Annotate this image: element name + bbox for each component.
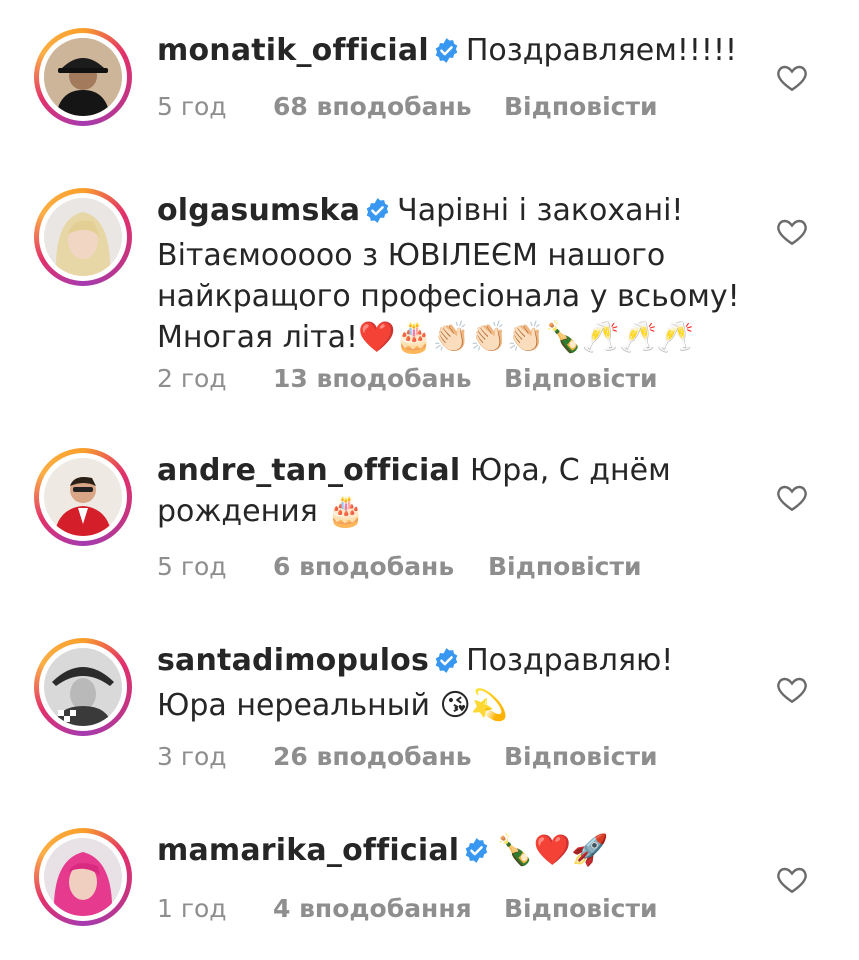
timestamp: 1 год (157, 894, 227, 923)
username[interactable]: monatik_official (157, 33, 429, 68)
comment-item: mamarika_official 🍾❤️🚀 1 год 4 вподобання… (0, 828, 859, 938)
comment-text: 🍾❤️🚀 (496, 833, 609, 868)
timestamp: 2 год (157, 364, 227, 393)
reply-button[interactable]: Відповісти (504, 364, 657, 393)
timestamp: 5 год (157, 92, 227, 121)
reply-button[interactable]: Відповісти (504, 742, 657, 771)
verified-badge-icon (364, 194, 391, 235)
likes-count[interactable]: 68 вподобань (273, 92, 472, 121)
likes-count[interactable]: 6 вподобань (273, 552, 454, 581)
avatar[interactable] (34, 828, 132, 926)
comment-item: santadimopulos Поздравляю! Юра нереальный… (0, 638, 859, 778)
heart-outline-icon[interactable] (776, 62, 808, 92)
heart-outline-icon[interactable] (776, 864, 808, 894)
timestamp: 3 год (157, 742, 227, 771)
comment-item: monatik_official Поздравляем!!!!! 5 год 6… (0, 28, 859, 138)
heart-outline-icon[interactable] (776, 216, 808, 246)
likes-count[interactable]: 4 вподобання (273, 894, 472, 923)
avatar[interactable] (34, 188, 132, 286)
avatar[interactable] (34, 28, 132, 126)
username[interactable]: andre_tan_official (157, 453, 460, 488)
verified-badge-icon (463, 834, 490, 875)
likes-count[interactable]: 13 вподобань (273, 364, 472, 393)
avatar[interactable] (34, 638, 132, 736)
username[interactable]: mamarika_official (157, 833, 459, 868)
verified-badge-icon (433, 34, 460, 75)
comment-item: olgasumska Чарівні і закохані! Вітаємоооо… (0, 188, 859, 408)
heart-outline-icon[interactable] (776, 674, 808, 704)
reply-button[interactable]: Відповісти (488, 552, 641, 581)
reply-button[interactable]: Відповісти (504, 894, 657, 923)
heart-outline-icon[interactable] (776, 482, 808, 512)
likes-count[interactable]: 26 вподобань (273, 742, 472, 771)
comment-text: Поздравляем!!!!! (465, 33, 738, 68)
reply-button[interactable]: Відповісти (504, 92, 657, 121)
timestamp: 5 год (157, 552, 227, 581)
avatar[interactable] (34, 448, 132, 546)
username[interactable]: olgasumska (157, 193, 360, 228)
username[interactable]: santadimopulos (157, 643, 429, 678)
comment-item: andre_tan_official Юра, С днём рождения … (0, 448, 859, 588)
verified-badge-icon (433, 644, 460, 685)
